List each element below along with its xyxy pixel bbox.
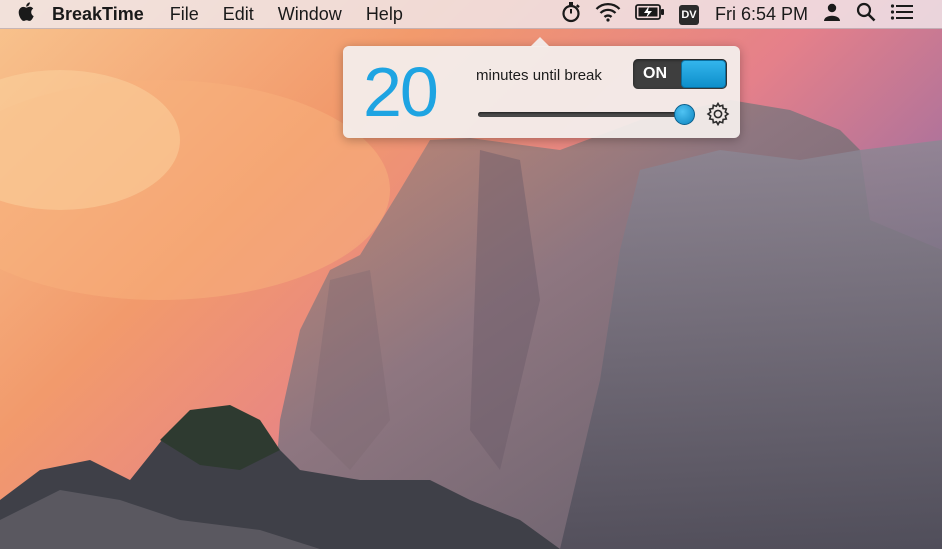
menu-help[interactable]: Help [366,4,403,25]
wifi-icon[interactable] [595,2,621,27]
gear-icon[interactable] [705,101,731,127]
minutes-slider-thumb[interactable] [674,104,695,125]
status-area: DV Fri 6:54 PM [547,0,942,29]
toggle-knob[interactable] [681,60,726,88]
app-menu-breaktime[interactable]: BreakTime [52,4,144,25]
battery-charging-icon[interactable] [635,3,665,26]
desktop: BreakTime File Edit Window Help DV Fri 6… [0,0,942,549]
menu-edit[interactable]: Edit [223,4,254,25]
spotlight-search-icon[interactable] [856,2,876,27]
stopwatch-icon[interactable] [561,1,581,28]
toggle-label: ON [643,65,667,82]
apple-logo-icon[interactable] [0,2,52,26]
notification-center-icon[interactable] [890,3,914,26]
dv-badge[interactable]: DV [678,4,699,25]
popover-arrow [530,37,550,47]
menu-bar: BreakTime File Edit Window Help DV Fri 6… [0,0,942,29]
menu-window[interactable]: Window [278,4,342,25]
menu-file[interactable]: File [170,4,199,25]
minutes-slider-track[interactable] [478,112,685,117]
on-off-toggle[interactable]: ON [633,59,727,89]
menubar-clock[interactable]: Fri 6:54 PM [715,4,808,25]
user-silhouette-icon[interactable] [822,2,842,27]
minutes-value: 20 [363,53,439,131]
breaktime-popover: 20 minutes until break ON [343,37,740,138]
minutes-label: minutes until break [476,67,602,84]
